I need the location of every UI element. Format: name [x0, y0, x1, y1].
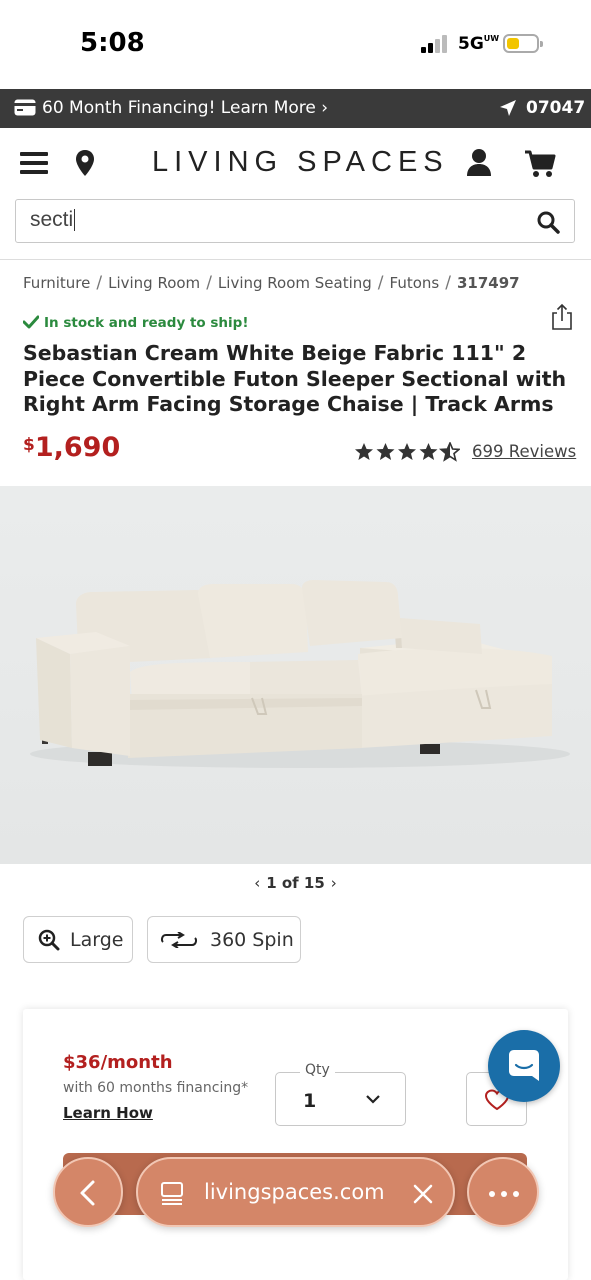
battery-icon	[503, 34, 543, 53]
divider	[0, 259, 591, 260]
breadcrumb-item-furniture[interactable]: Furniture	[23, 274, 90, 292]
next-image-icon[interactable]: ›	[325, 874, 343, 892]
rating-stars-icon	[355, 441, 460, 461]
close-icon[interactable]	[412, 1183, 434, 1205]
search-box[interactable]: secti	[15, 199, 575, 243]
product-title: Sebastian Cream White Beige Fabric 111" …	[23, 341, 567, 416]
browser-url-text: livingspaces.com	[204, 1180, 385, 1204]
spin-360-button[interactable]: 360 Spin	[147, 916, 301, 963]
rotate-360-icon	[161, 932, 197, 948]
quantity-select[interactable]: Qty 1	[275, 1062, 406, 1126]
breadcrumb-item-living-room-seating[interactable]: Living Room Seating	[218, 274, 372, 292]
stock-status: In stock and ready to ship!	[23, 315, 248, 331]
chat-button[interactable]	[488, 1030, 560, 1102]
reviews-link[interactable]: 699 Reviews	[472, 442, 576, 461]
back-chevron-icon	[80, 1180, 95, 1206]
browser-more-button[interactable]	[467, 1157, 539, 1227]
zip-code[interactable]: 07047	[526, 98, 585, 118]
sofa-illustration	[30, 580, 570, 768]
browser-url-bar[interactable]: livingspaces.com	[136, 1157, 455, 1227]
spin-360-label: 360 Spin	[210, 929, 294, 951]
status-time: 5:08	[80, 28, 145, 58]
rating[interactable]: 699 Reviews	[354, 441, 576, 462]
breadcrumb-current-sku: 317497	[456, 274, 520, 292]
product-price: $1,690	[23, 432, 121, 463]
purchase-card: $36/month with 60 months financing* Lear…	[23, 1009, 568, 1280]
location-arrow-icon	[500, 100, 516, 116]
chevron-down-icon	[366, 1095, 380, 1104]
search-input[interactable]: secti	[30, 208, 510, 236]
breadcrumb: Furniture / Living Room / Living Room Seatin…	[23, 273, 520, 293]
tabs-icon[interactable]	[160, 1181, 184, 1205]
product-image[interactable]	[0, 486, 591, 864]
network-indicator: 5GUW	[458, 34, 500, 54]
breadcrumb-item-futons[interactable]: Futons	[390, 274, 440, 292]
site-header: LIVING SPACES	[0, 128, 591, 198]
chat-icon	[509, 1050, 539, 1081]
browser-back-button[interactable]	[53, 1157, 123, 1227]
prev-image-icon[interactable]: ‹	[248, 874, 266, 892]
qty-value: 1	[303, 1090, 317, 1112]
large-view-label: Large	[70, 929, 124, 951]
status-bar: 5:08 5GUW	[0, 0, 591, 88]
credit-card-icon	[14, 99, 36, 116]
cart-icon[interactable]	[524, 150, 556, 178]
financing-note: with 60 months financing*	[63, 1080, 249, 1096]
qty-label: Qty	[300, 1062, 335, 1078]
promo-financing-link[interactable]: 60 Month Financing! Learn More ›	[42, 98, 328, 118]
image-counter: 1 of 15	[266, 874, 325, 892]
promo-bar[interactable]: 60 Month Financing! Learn More › 07047	[0, 89, 591, 128]
account-icon[interactable]	[466, 148, 492, 176]
share-icon[interactable]	[550, 303, 574, 331]
signal-icon	[421, 35, 451, 53]
brand-logo[interactable]: LIVING SPACES	[152, 146, 449, 179]
store-location-icon[interactable]	[74, 149, 96, 177]
learn-how-link[interactable]: Learn How	[63, 1104, 153, 1122]
search-icon[interactable]	[536, 210, 560, 234]
zoom-in-icon	[38, 929, 60, 951]
menu-icon[interactable]	[20, 152, 48, 174]
large-view-button[interactable]: Large	[23, 916, 133, 963]
image-pager: ‹ 1 of 15 ›	[0, 874, 591, 892]
monthly-payment: $36/month	[63, 1052, 173, 1073]
breadcrumb-item-living-room[interactable]: Living Room	[108, 274, 200, 292]
checkmark-icon	[23, 315, 39, 329]
